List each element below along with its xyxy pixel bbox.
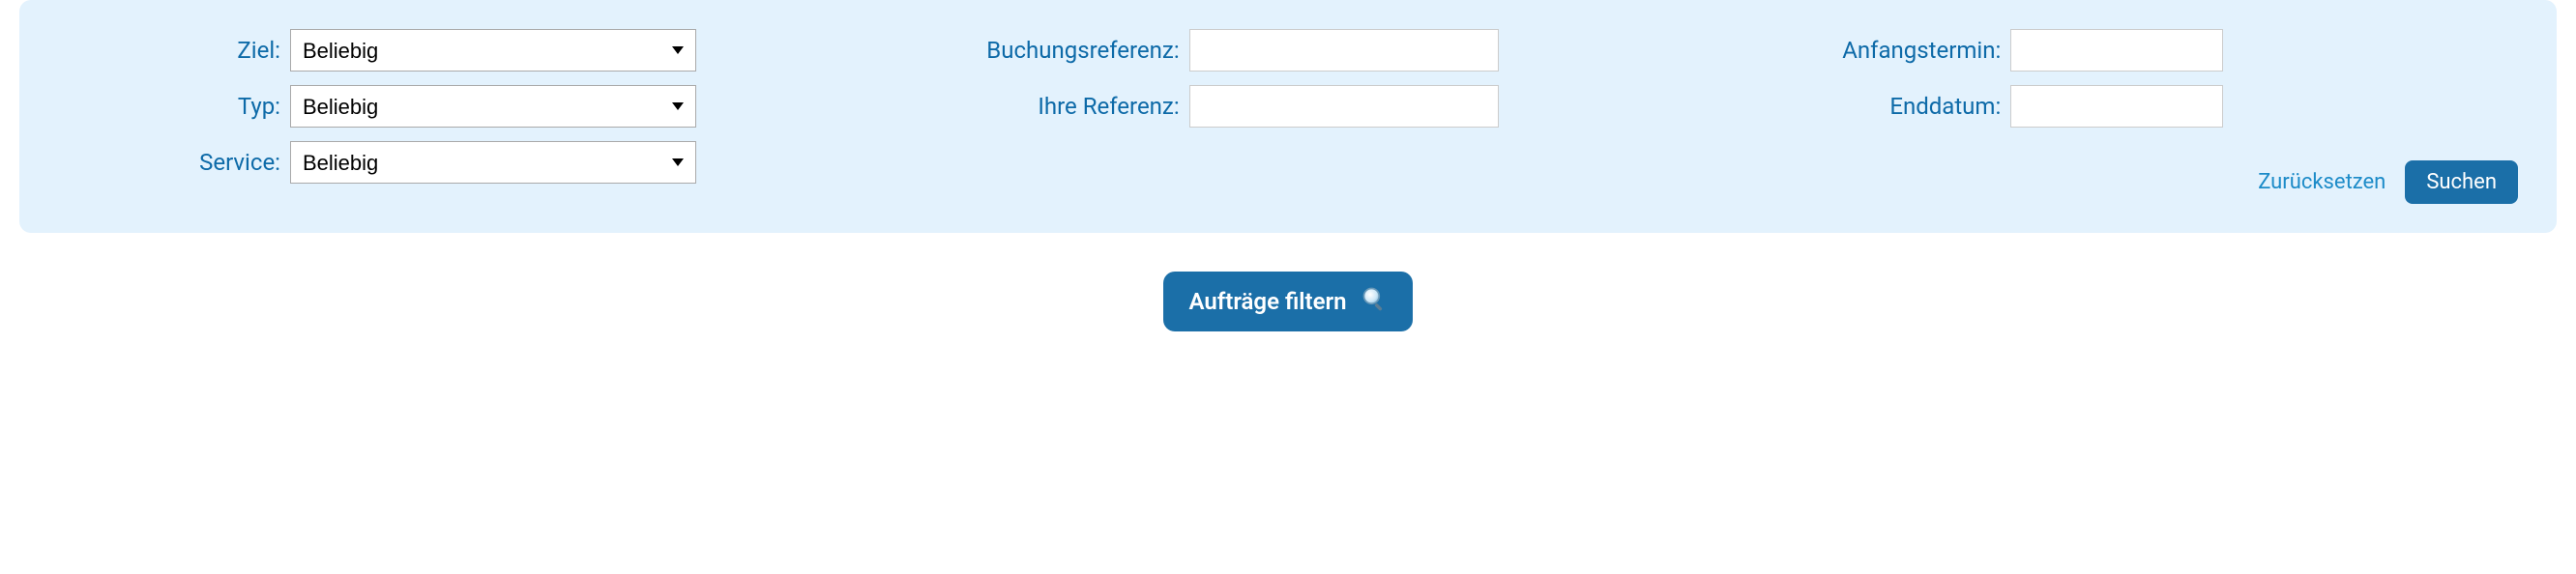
field-row-typ: Typ: Beliebig — [58, 85, 899, 128]
typ-label: Typ: — [58, 93, 290, 120]
actions-row: Zurücksetzen Suchen — [1817, 160, 2518, 204]
column-2: Buchungsreferenz: Ihre Referenz: — [938, 29, 1779, 204]
search-button[interactable]: Suchen — [2405, 160, 2518, 204]
filter-panel: Ziel: Beliebig Typ: Beliebig Service: Be… — [19, 0, 2557, 233]
column-3: Anfangstermin: Enddatum: Zurücksetzen Su… — [1817, 29, 2518, 204]
ihrereferenz-label: Ihre Referenz: — [938, 93, 1189, 120]
typ-select[interactable]: Beliebig — [290, 85, 696, 128]
buchungsreferenz-label: Buchungsreferenz: — [938, 37, 1189, 64]
buchungsreferenz-input[interactable] — [1189, 29, 1499, 72]
field-row-buchungsreferenz: Buchungsreferenz: — [938, 29, 1779, 72]
field-row-anfangstermin: Anfangstermin: — [1817, 29, 2518, 72]
magnifier-icon — [1361, 285, 1388, 318]
enddatum-input[interactable] — [2010, 85, 2223, 128]
column-1: Ziel: Beliebig Typ: Beliebig Service: Be… — [58, 29, 899, 204]
enddatum-label: Enddatum: — [1817, 93, 2010, 120]
ziel-label: Ziel: — [58, 37, 290, 64]
field-row-ihrereferenz: Ihre Referenz: — [938, 85, 1779, 128]
field-row-enddatum: Enddatum: — [1817, 85, 2518, 128]
filter-orders-label: Aufträge filtern — [1188, 288, 1346, 315]
ziel-select[interactable]: Beliebig — [290, 29, 696, 72]
reset-link[interactable]: Zurücksetzen — [2258, 170, 2386, 194]
field-row-ziel: Ziel: Beliebig — [58, 29, 899, 72]
service-label: Service: — [58, 149, 290, 176]
service-select[interactable]: Beliebig — [290, 141, 696, 184]
anfangstermin-input[interactable] — [2010, 29, 2223, 72]
bottom-bar: Aufträge filtern — [0, 272, 2576, 331]
anfangstermin-label: Anfangstermin: — [1817, 37, 2010, 64]
field-row-service: Service: Beliebig — [58, 141, 899, 184]
filter-orders-button[interactable]: Aufträge filtern — [1163, 272, 1412, 331]
ihrereferenz-input[interactable] — [1189, 85, 1499, 128]
